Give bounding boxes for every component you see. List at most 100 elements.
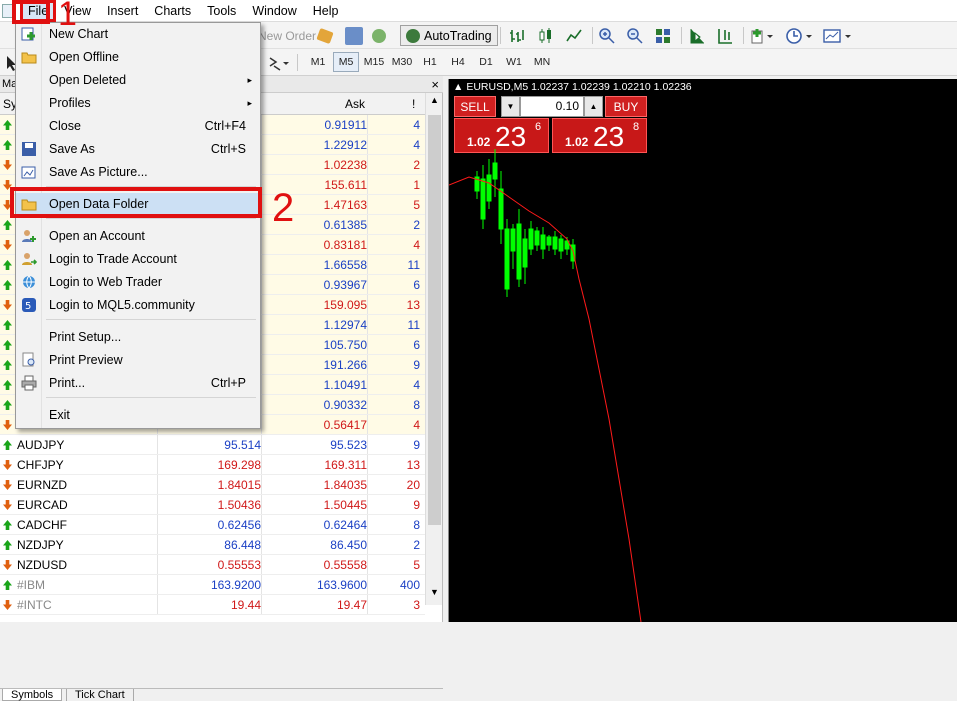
scroll-down-icon[interactable]: ▼ [426, 587, 443, 603]
bar-chart-icon[interactable] [508, 25, 526, 46]
timeframe-h4[interactable]: H4 [445, 52, 471, 72]
tab-symbols[interactable]: Symbols [2, 689, 63, 701]
menu-item-save-as[interactable]: Save As Ctrl+S [16, 138, 260, 160]
menu-item-print-preview[interactable]: Print Preview [16, 349, 260, 371]
market-icon[interactable] [345, 25, 363, 46]
scroll-up-icon[interactable]: ▲ [426, 95, 443, 111]
tile-windows-icon[interactable] [654, 25, 672, 46]
chart-shift-icon[interactable] [688, 25, 706, 46]
arrow-up-icon [3, 400, 12, 410]
spread-value: 9 [413, 438, 420, 452]
timeframe-m30[interactable]: M30 [389, 52, 415, 72]
table-row[interactable]: NZDJPY 86.448 86.450 2 [0, 535, 425, 555]
periodicity-icon[interactable] [785, 25, 815, 46]
menu-tools[interactable]: Tools [199, 0, 244, 22]
menu-item-shortcut: Ctrl+P [210, 376, 246, 390]
ask-value: 1.84035 [323, 478, 367, 492]
table-row[interactable]: EURNZD 1.84015 1.84035 20 [0, 475, 425, 495]
table-row[interactable]: #INTC 19.44 19.47 3 [0, 595, 425, 615]
menu-item-login-to-trade-account[interactable]: Login to Trade Account [16, 248, 260, 270]
objects-icon[interactable] [266, 52, 292, 73]
ask-value: 86.450 [330, 538, 367, 552]
symbol-name: EURNZD [17, 478, 67, 492]
timeframe-m15[interactable]: M15 [361, 52, 387, 72]
autotrading-icon [406, 28, 420, 43]
menu-item-login-to-web-trader[interactable]: Login to Web Trader [16, 271, 260, 293]
timeframe-h1[interactable]: H1 [417, 52, 443, 72]
ask-value: 1.10491 [323, 378, 367, 392]
zoom-out-icon[interactable] [626, 25, 644, 46]
market-watch-tabs: Symbols Tick Chart [0, 688, 443, 701]
menu-item-login-to-mql5-community[interactable]: 5 Login to MQL5.community [16, 294, 260, 316]
new-order-button[interactable]: New Order [258, 25, 316, 46]
ask-value: 163.9600 [316, 578, 367, 592]
table-row[interactable]: EURCAD 1.50436 1.50445 9 [0, 495, 425, 515]
table-row[interactable]: CHFJPY 169.298 169.311 13 [0, 455, 425, 475]
menu-item-profiles[interactable]: Profiles ▸ [16, 92, 260, 114]
menu-help[interactable]: Help [305, 0, 347, 22]
candlestick-icon[interactable] [537, 25, 555, 46]
candle-body [486, 174, 492, 202]
menu-item-print-setup[interactable]: Print Setup... [16, 326, 260, 348]
menu-item-exit[interactable]: Exit [16, 404, 260, 426]
menu-item-close[interactable]: Close Ctrl+F4 [16, 115, 260, 137]
market-watch-scrollbar[interactable]: ▲ ▼ [425, 93, 442, 605]
table-row[interactable]: #IBM 163.9200 163.9600 400 [0, 575, 425, 595]
timeframe-mn[interactable]: MN [529, 52, 555, 72]
column-ask[interactable]: Ask [345, 97, 365, 111]
menu-charts[interactable]: Charts [146, 0, 199, 22]
spread-value: 13 [406, 298, 420, 312]
close-icon[interactable]: × [431, 76, 439, 93]
column-spread[interactable]: ! [412, 97, 415, 111]
arrow-up-icon [3, 520, 12, 530]
menu-item-open-an-account[interactable]: Open an Account [16, 225, 260, 247]
candle-body [522, 238, 528, 268]
menu-item-save-as-picture[interactable]: Save As Picture... [16, 161, 260, 183]
menu-item-new-chart[interactable]: New Chart [16, 23, 260, 45]
timeframe-d1[interactable]: D1 [473, 52, 499, 72]
autotrading-button[interactable]: AutoTrading [400, 25, 498, 46]
arrow-up-icon [3, 120, 12, 130]
printer-icon [21, 375, 37, 391]
arrow-up-icon [3, 280, 12, 290]
timeframe-m5[interactable]: M5 [333, 52, 359, 72]
signal-icon[interactable] [372, 25, 386, 46]
eraser-icon[interactable] [316, 25, 334, 46]
svg-text:5: 5 [25, 301, 31, 312]
menu-window[interactable]: Window [244, 0, 304, 22]
table-row[interactable]: AUDJPY 95.514 95.523 9 [0, 435, 425, 455]
spread-value: 4 [413, 118, 420, 132]
tab-tick-chart[interactable]: Tick Chart [66, 689, 134, 701]
menu-item-open-offline[interactable]: Open Offline [16, 46, 260, 68]
timeframe-w1[interactable]: W1 [501, 52, 527, 72]
web-icon [21, 274, 37, 290]
spread-value: 400 [399, 578, 420, 592]
spread-value: 11 [407, 258, 420, 272]
spread-value: 3 [413, 598, 420, 612]
timeframe-m1[interactable]: M1 [305, 52, 331, 72]
menu-item-label: Save As Picture... [49, 165, 148, 179]
ask-value: 1.12974 [323, 318, 367, 332]
arrow-down-icon [3, 480, 12, 490]
autoscroll-icon[interactable] [716, 25, 734, 46]
line-chart-icon[interactable] [565, 25, 583, 46]
candle-body [498, 188, 504, 230]
menu-item-shortcut: Ctrl+F4 [204, 119, 246, 133]
zoom-in-icon[interactable] [598, 25, 616, 46]
menu-item-print[interactable]: Print... Ctrl+P [16, 372, 260, 394]
templates-icon[interactable] [822, 25, 854, 46]
menu-insert[interactable]: Insert [99, 0, 146, 22]
scroll-thumb[interactable] [428, 115, 441, 525]
arrow-up-icon [3, 220, 12, 230]
print-preview-icon [21, 352, 37, 368]
table-row[interactable]: CADCHF 0.62456 0.62464 8 [0, 515, 425, 535]
bid-value: 19.44 [230, 598, 261, 612]
menu-item-open-deleted[interactable]: Open Deleted ▸ [16, 69, 260, 91]
spread-value: 6 [413, 338, 420, 352]
annotation-number-2: 2 [272, 186, 295, 230]
table-row[interactable]: NZDUSD 0.55553 0.55558 5 [0, 555, 425, 575]
menu-item-label: Save As [49, 142, 95, 156]
indicators-icon[interactable] [750, 25, 774, 46]
chart-window[interactable]: ▲ EURUSD,M5 1.02237 1.02239 1.02210 1.02… [448, 79, 957, 622]
submenu-arrow-icon: ▸ [247, 98, 252, 108]
